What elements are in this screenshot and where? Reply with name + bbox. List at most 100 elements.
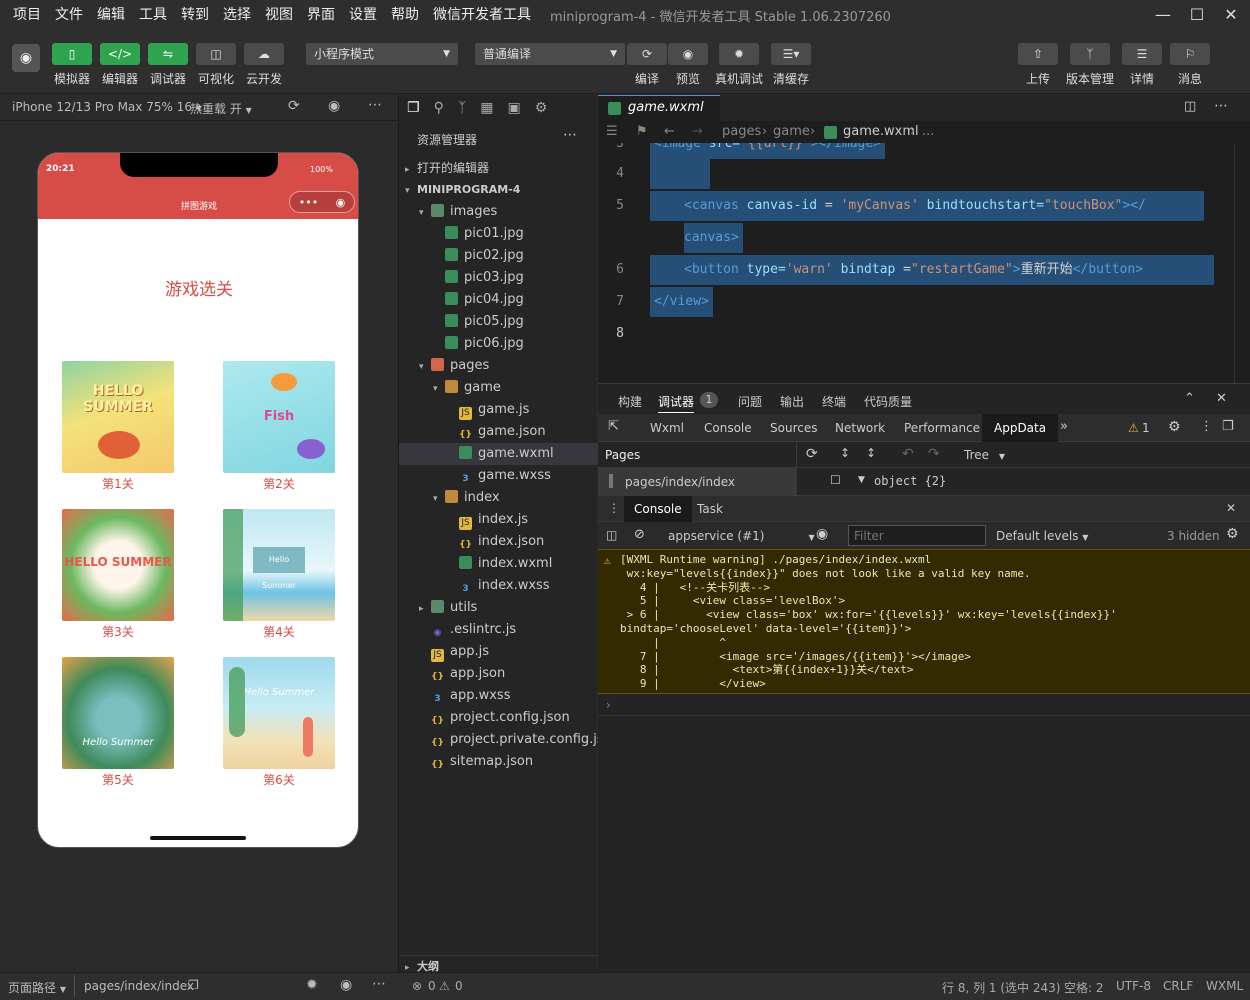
menu-item[interactable]: 视图 — [258, 0, 300, 30]
more-tabs-icon[interactable]: » — [1060, 419, 1068, 434]
tab-debugger[interactable]: 调试器 — [658, 393, 695, 413]
menu-item[interactable]: 微信开发者工具 — [426, 0, 538, 30]
files-icon[interactable]: ❐ — [407, 100, 420, 116]
more-icon[interactable]: ⋯ — [1214, 98, 1228, 114]
menu-item[interactable]: 项目 — [6, 0, 48, 30]
menu-item[interactable]: 帮助 — [384, 0, 426, 30]
file-item[interactable]: {} app.json — [399, 663, 598, 685]
docker-icon[interactable]: ⚙ — [535, 100, 548, 116]
eye-icon[interactable]: ◉ — [340, 977, 352, 993]
close-window-button[interactable]: ✕ — [1214, 0, 1248, 30]
version-button[interactable]: ᛉ — [1070, 43, 1110, 65]
level-card-1[interactable]: HELLO SUMMER — [62, 361, 174, 473]
tab-game-wxml[interactable]: game.wxml ✕ — [598, 95, 720, 139]
menu-item[interactable]: 设置 — [342, 0, 384, 30]
breadcrumb-game[interactable]: game — [773, 121, 810, 143]
file-item[interactable]: {} project.config.json — [399, 707, 598, 729]
folder-item[interactable]: ▾ pages — [399, 355, 598, 377]
project-section[interactable]: ▾ MINIPROGRAM-4 — [399, 179, 598, 201]
list-icon[interactable]: ☰ — [606, 121, 618, 143]
file-item[interactable]: {} game.json — [399, 421, 598, 443]
line-ending[interactable]: CRLF — [1163, 979, 1193, 993]
kebab-icon[interactable]: ⋮ — [1200, 419, 1213, 434]
tab-problems[interactable]: 问题 — [738, 393, 762, 410]
drawer-tab-task[interactable]: Task — [697, 502, 723, 516]
record-icon[interactable]: ◉ — [336, 196, 346, 209]
level-card-4[interactable]: Hello Summer — [223, 509, 335, 621]
gear-icon[interactable]: ⚙ — [1226, 526, 1239, 542]
file-item[interactable]: JS game.js — [399, 399, 598, 421]
file-item[interactable]: pic04.jpg — [399, 289, 598, 311]
details-button[interactable]: ☰ — [1122, 43, 1162, 65]
level-card-6[interactable]: Hello Summer — [223, 657, 335, 769]
level-card-5[interactable]: Hello Summer — [62, 657, 174, 769]
compile-mode-select[interactable]: 普通编译 ▼ — [475, 43, 625, 65]
file-item[interactable]: JS app.js — [399, 641, 598, 663]
page-item-row[interactable]: pages/index/index — [598, 468, 796, 496]
device-select[interactable]: iPhone 12/13 Pro Max 75% 16 ▼ — [12, 100, 202, 114]
clear-console-icon[interactable]: ⊘ — [634, 527, 645, 542]
close-icon[interactable]: ✕ — [1226, 501, 1236, 515]
gear-icon[interactable]: ⚙ — [1168, 419, 1181, 435]
tab-build[interactable]: 构建 — [618, 393, 642, 410]
stop-icon[interactable]: ◉ — [328, 98, 340, 114]
bug-icon[interactable]: ✹ — [306, 977, 318, 993]
menu-item[interactable]: 转到 — [174, 0, 216, 30]
subtab-sources[interactable]: Sources — [770, 421, 817, 435]
close-icon[interactable]: ✕ — [1216, 391, 1227, 406]
more-icon[interactable]: ⋯ — [368, 97, 382, 113]
preview-button[interactable]: ◉ — [668, 43, 708, 65]
tree-mode-select[interactable]: Tree ▼ — [964, 448, 1005, 462]
rotate-icon[interactable]: ⟳ — [288, 98, 300, 114]
editor-scrollbar[interactable] — [1234, 143, 1248, 383]
context-select[interactable]: appservice (#1) ▼ — [668, 529, 815, 543]
tab-output[interactable]: 输出 — [780, 393, 804, 410]
forward-icon[interactable]: → — [692, 121, 703, 143]
refresh-icon[interactable]: ⟳ — [806, 446, 818, 462]
file-item[interactable]: game.wxml — [399, 443, 598, 465]
file-item[interactable]: 3 game.wxss — [399, 465, 598, 487]
maximize-button[interactable]: ☐ — [1180, 0, 1214, 30]
path-label[interactable]: 页面路径 ▼ — [8, 979, 66, 996]
file-item[interactable]: 3 app.wxss — [399, 685, 598, 707]
file-item[interactable]: 3 index.wxss — [399, 575, 598, 597]
menu-item[interactable]: 文件 — [48, 0, 90, 30]
console-prompt[interactable]: › — [598, 696, 1250, 716]
file-item[interactable]: {} project.private.config.js... — [399, 729, 598, 751]
simulator-toggle-button[interactable]: ▯ — [52, 43, 92, 65]
folder-item[interactable]: ▾ index — [399, 487, 598, 509]
avatar[interactable]: ◉ — [12, 44, 40, 72]
undock-icon[interactable]: ❐ — [1222, 419, 1234, 434]
chevron-down-icon[interactable]: ▼ — [858, 475, 865, 485]
copy-icon[interactable]: ❐ — [188, 978, 199, 992]
split-editor-icon[interactable]: ◫ — [1184, 99, 1196, 114]
menu-item[interactable]: 工具 — [132, 0, 174, 30]
compile-button[interactable]: ⟳ — [627, 43, 667, 65]
breadcrumb-pages[interactable]: pages — [722, 121, 761, 143]
eye-icon[interactable]: ◉ — [816, 526, 828, 542]
subtab-network[interactable]: Network — [835, 421, 885, 435]
sidebar-toggle-icon[interactable]: ◫ — [606, 528, 617, 542]
subtab-appdata[interactable]: AppData — [982, 414, 1059, 442]
messages-button[interactable]: ⚐ — [1170, 43, 1210, 65]
code-area[interactable]: 3 <image src="{{url}}"></image> 4 5 <canva… — [598, 143, 1250, 383]
source-control-icon[interactable]: ᛉ — [458, 100, 466, 116]
clear-cache-button[interactable]: ☰▾ — [771, 43, 811, 65]
debugger-toggle-button[interactable]: ⇋ — [148, 43, 188, 65]
extensions-icon[interactable]: ▦ — [480, 100, 493, 116]
inspect-icon[interactable]: ⇱ — [608, 419, 619, 434]
real-debug-button[interactable]: ✹ — [719, 43, 759, 65]
dots-icon[interactable]: ••• — [299, 196, 318, 209]
indent-setting[interactable]: 空格: 2 — [1064, 979, 1104, 996]
upload-button[interactable]: ⇧ — [1018, 43, 1058, 65]
cursor-position[interactable]: 行 8, 列 1 (选中 243) — [942, 979, 1060, 996]
file-item[interactable]: JS index.js — [399, 509, 598, 531]
warning-icon[interactable]: ⚠ — [1128, 421, 1139, 435]
language-mode[interactable]: WXML — [1206, 979, 1243, 993]
open-editors-section[interactable]: ▸ 打开的编辑器 — [399, 157, 598, 179]
file-item[interactable]: {} index.json — [399, 531, 598, 553]
file-item[interactable]: {} sitemap.json — [399, 751, 598, 773]
file-item[interactable]: pic03.jpg — [399, 267, 598, 289]
console-filter-input[interactable] — [848, 525, 986, 546]
capsule-menu[interactable]: ••• ◉ — [289, 191, 355, 213]
